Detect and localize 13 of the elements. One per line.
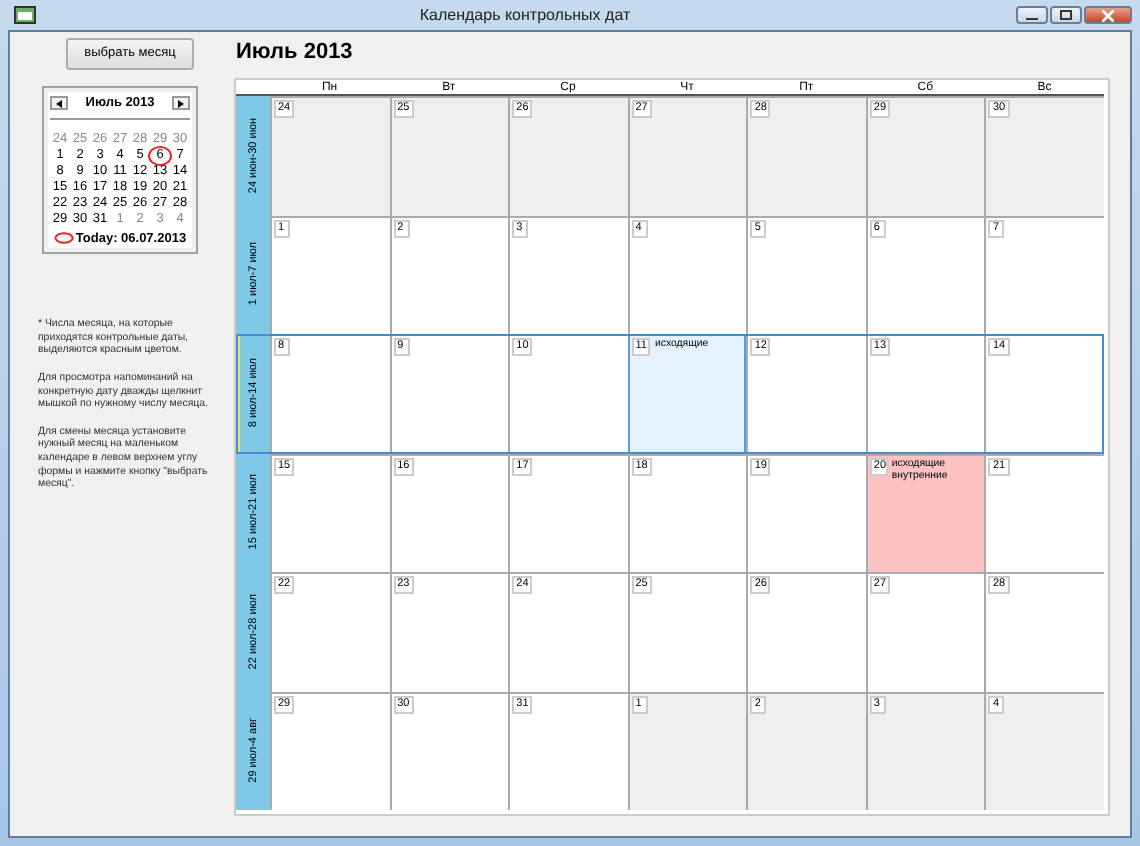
app-icon bbox=[14, 6, 36, 24]
month-title: Июль 2013 bbox=[236, 38, 355, 66]
minimize-button[interactable] bbox=[1016, 6, 1048, 24]
right-triangle-icon bbox=[177, 99, 184, 108]
next-month-button[interactable] bbox=[171, 96, 190, 111]
close-button[interactable] bbox=[1084, 6, 1132, 24]
close-icon bbox=[1102, 9, 1114, 21]
today-circle-icon bbox=[53, 232, 74, 245]
maximize-button[interactable] bbox=[1050, 6, 1082, 24]
previous-month-button[interactable] bbox=[50, 96, 68, 111]
window-title: Календарь контрольных дат bbox=[417, 3, 633, 27]
left-triangle-icon bbox=[56, 99, 62, 108]
maximize-icon bbox=[1060, 10, 1072, 20]
